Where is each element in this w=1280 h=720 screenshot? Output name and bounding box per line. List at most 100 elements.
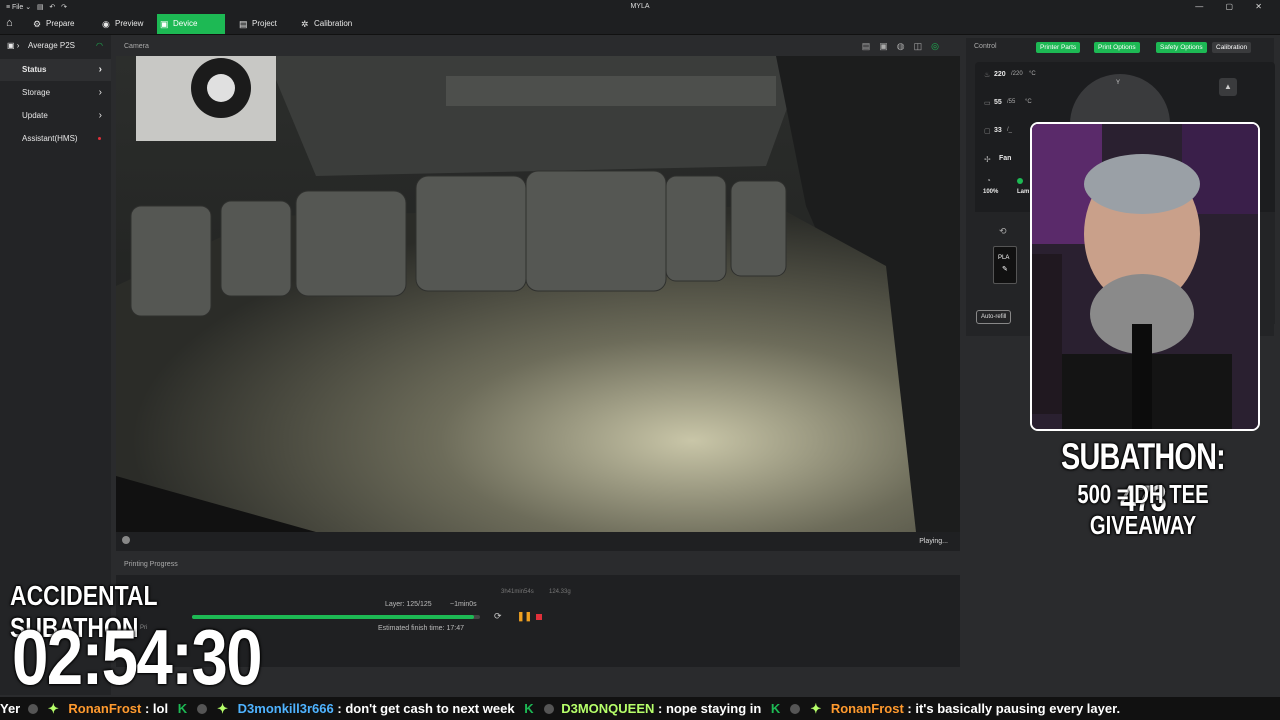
bed-icon: ▭ <box>984 100 991 107</box>
sidebar-item-assistant[interactable]: Assistant(HMS) <box>0 128 111 150</box>
tab-calibration[interactable]: ✲ Calibration <box>298 14 382 34</box>
wifi-icon: ◠ <box>96 41 103 50</box>
printer-name: Average P2S <box>28 41 75 50</box>
chevron-right-icon: › <box>98 64 102 75</box>
filament-refresh-icon[interactable]: ⟲ <box>999 226 1007 237</box>
avatar-icon <box>790 703 801 714</box>
nozzle-temp: 220 <box>994 71 1006 78</box>
camera-title: Camera <box>124 43 149 50</box>
star-icon: ✦ <box>217 701 229 716</box>
chamber-target[interactable]: /_ <box>1007 127 1012 133</box>
fan-label[interactable]: Fan <box>999 155 1011 162</box>
camera-panel: Camera ▤▣◍◫◎ Playing... <box>116 38 960 551</box>
record-icon[interactable] <box>122 536 130 544</box>
sidebar-item-update-label: Update <box>22 111 48 120</box>
prepare-icon: ⚙ <box>33 19 42 29</box>
alert-dot-icon <box>98 137 101 140</box>
giveaway-text: 500 = DH TEE GIVEAWAY <box>1077 479 1209 540</box>
tab-device-label: Device <box>173 19 198 28</box>
sidebar-item-status[interactable]: Status › <box>0 59 111 81</box>
sidebar-item-storage-label: Storage <box>22 88 51 97</box>
ticker-msg-3-text: nope staying in <box>665 701 762 716</box>
jog-y-label: Y <box>1116 80 1121 86</box>
camera-toolbar-icons[interactable]: ▤▣◍◫◎ <box>862 41 948 52</box>
ticker-msg-2-name: D3monkill3r666 <box>237 701 334 716</box>
window-controls[interactable]: — ▢ ✕ <box>1195 2 1272 11</box>
nozzle-target[interactable]: /220 <box>1011 71 1023 77</box>
fan-percent[interactable]: 100% <box>983 189 998 195</box>
printer-selector[interactable]: ▣ › Average P2S ◠ <box>0 35 111 57</box>
star-icon: ✦ <box>810 701 822 716</box>
streamer-image <box>1032 124 1258 429</box>
speed-gauge-icon: ◔ <box>986 176 991 185</box>
chevron-right-icon: › <box>98 87 102 98</box>
project-icon: ▤ <box>239 19 248 29</box>
pause-button[interactable]: ❚❚ <box>517 611 532 622</box>
camera-header: Camera ▤▣◍◫◎ <box>116 38 960 56</box>
bed-temp: 55 <box>994 99 1002 106</box>
tab-preview-label: Preview <box>115 19 144 28</box>
camera-feed <box>116 56 960 532</box>
layer-count: Layer: 125/125 <box>385 601 432 608</box>
ticker-msg-1-text: lol <box>152 701 169 716</box>
edit-icon: ✎ <box>1002 266 1008 273</box>
ticker-msg-1-name: RonanFrost <box>68 701 142 716</box>
camera-image <box>116 56 960 532</box>
calibration-icon: ✲ <box>301 19 309 29</box>
control-title: Control <box>974 43 997 50</box>
ticker-msg-2-text: don't get cash to next week <box>345 701 515 716</box>
ticker-msg-3-name: D3MONQUEEN <box>561 701 655 716</box>
refresh-icon[interactable]: ⟳ <box>494 611 502 622</box>
avatar-icon <box>27 703 38 714</box>
kick-icon: K <box>524 701 534 716</box>
calibration-button[interactable]: Calibration <box>1212 42 1252 53</box>
filament-slot[interactable]: PLA ✎ <box>993 246 1017 284</box>
nozzle-icon: ♨ <box>984 72 991 79</box>
lamp-indicator-icon <box>1017 178 1023 184</box>
nozzle-unit: °C <box>1029 71 1036 77</box>
chevron-right-icon: › <box>98 110 102 121</box>
tab-prepare-label: Prepare <box>46 19 75 28</box>
sidebar-item-update[interactable]: Update › <box>0 105 111 127</box>
sidebar-item-status-label: Status <box>22 65 47 74</box>
webcam-overlay <box>1030 122 1260 431</box>
preview-icon: ◉ <box>102 19 110 29</box>
window-titlebar: ≡ File ⌄ ▤ ↶ ↷ MYLA — ▢ ✕ <box>0 0 1280 14</box>
printer-icon: ▣ › <box>7 41 20 50</box>
tab-device[interactable]: ▣ Device <box>157 14 225 34</box>
tab-calibration-label: Calibration <box>314 19 353 28</box>
chat-ticker: Yer ✦ RonanFrost : lol K ✦ D3monkill3r666… <box>0 697 1280 720</box>
auto-refill-button[interactable]: Auto-refill <box>976 310 1012 324</box>
avatar-icon <box>197 703 208 714</box>
chamber-temp: 33 <box>994 127 1002 134</box>
bed-target[interactable]: /55 <box>1007 99 1015 105</box>
safety-options-button[interactable]: Safety Options <box>1156 42 1207 53</box>
kick-icon: K <box>770 701 781 716</box>
printer-parts-button[interactable]: Printer Parts <box>1036 42 1081 53</box>
filament-type: PLA <box>998 255 1010 261</box>
chamber-icon: ▢ <box>984 128 991 135</box>
subathon-timer: 02:54:30 <box>12 613 263 701</box>
progress-title: Printing Progress <box>124 561 178 568</box>
print-weight: 124.33g <box>549 589 571 595</box>
remaining-time: ~1min0s <box>450 601 477 608</box>
fan-icon: ✢ <box>984 155 991 164</box>
tab-project-label: Project <box>252 19 277 28</box>
home-icon[interactable]: ⌂ <box>6 17 13 29</box>
lamp-label[interactable]: Lam <box>1017 189 1029 195</box>
print-options-button[interactable]: Print Options <box>1094 42 1140 53</box>
z-up-button[interactable]: ▲ <box>1219 78 1237 96</box>
print-duration: 3h41min54s <box>501 589 534 595</box>
main-tabbar: ⌂ ⚙ Prepare ◉ Preview ▣ Device ▤ Project ✲ Ca… <box>0 14 1280 35</box>
camera-footer: Playing... <box>116 532 960 551</box>
avatar-icon <box>543 703 554 714</box>
tab-prepare[interactable]: ⚙ Prepare <box>30 14 104 34</box>
stop-button[interactable] <box>536 614 542 620</box>
estimated-finish: Estimated finish time: 17:47 <box>378 625 464 632</box>
kick-icon: K <box>177 701 188 716</box>
device-icon: ▣ <box>160 19 169 29</box>
sidebar-item-storage[interactable]: Storage › <box>0 82 111 104</box>
star-icon: ✦ <box>47 701 59 716</box>
camera-status: Playing... <box>919 538 948 545</box>
ticker-msg-4-name: RonanFrost <box>830 701 904 716</box>
